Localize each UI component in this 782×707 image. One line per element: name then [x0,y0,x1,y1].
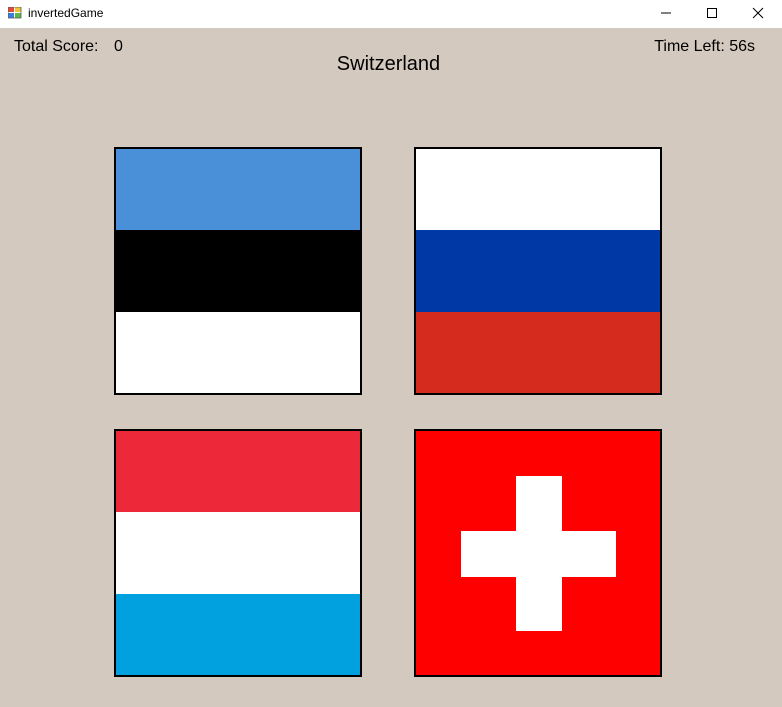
target-country-label: Switzerland [336,53,441,75]
close-button[interactable] [735,0,781,26]
flag-russia[interactable] [414,147,662,395]
minimize-button[interactable] [643,0,689,26]
flag-luxembourg[interactable] [114,429,362,677]
game-area: Total Score: 0 Time Left: 56s Switzerlan… [0,28,782,707]
flag-stripe [416,311,660,393]
flag-stripe [116,149,360,231]
title-bar[interactable]: invertedGame [0,0,782,28]
flag-estonia[interactable] [114,147,362,395]
flag-stripe [416,230,660,312]
flag-switzerland[interactable] [414,429,662,677]
flag-stripe [116,593,360,675]
flag-stripe [116,230,360,312]
game-window: invertedGame Total Score: 0 Time Left: 5… [0,0,782,707]
swiss-cross-horizontal [461,531,616,577]
minimize-icon [661,12,671,14]
maximize-button[interactable] [689,0,735,26]
flag-stripe [116,311,360,393]
swiss-flag-field [416,431,660,675]
app-icon [8,7,22,19]
window-title: invertedGame [28,6,104,20]
maximize-icon [707,8,717,18]
flag-stripe [116,431,360,513]
flag-stripe [116,512,360,594]
close-icon [752,7,764,19]
flag-stripe [416,149,660,231]
